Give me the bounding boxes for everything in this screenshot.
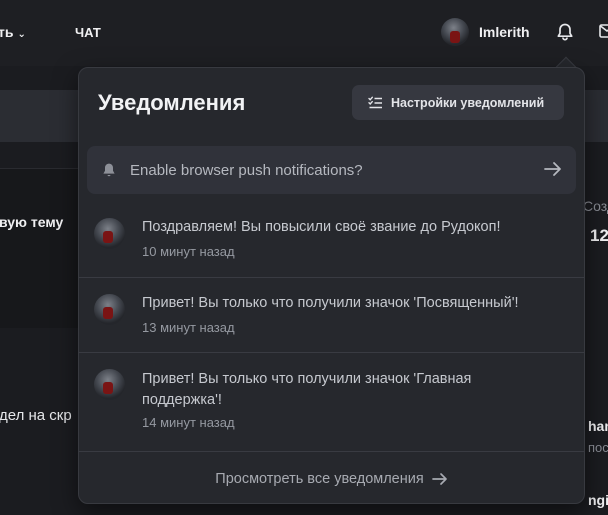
nav-chat-link[interactable]: ЧАТ xyxy=(75,25,101,40)
background-stat-label: Созд xyxy=(583,198,608,214)
notification-time: 13 минут назад xyxy=(142,320,235,335)
avatar xyxy=(94,369,125,400)
bell-icon[interactable] xyxy=(555,22,575,42)
user-menu[interactable]: Imlerith xyxy=(441,18,530,46)
push-notifications-prompt[interactable]: Enable browser push notifications? xyxy=(87,146,576,194)
bell-icon xyxy=(103,163,115,177)
notification-text: Привет! Вы только что получили значок 'П… xyxy=(142,295,519,311)
view-all-notifications-link[interactable]: Просмотреть все уведомления xyxy=(79,452,584,503)
arrow-right-icon xyxy=(544,162,561,176)
dropdown-title: Уведомления xyxy=(98,90,246,115)
nav-menu-item[interactable]: ть ⌄ xyxy=(0,24,26,40)
notification-settings-label: Настройки уведомлений xyxy=(391,95,545,110)
arrow-right-icon xyxy=(431,472,447,485)
background-user-text: пост xyxy=(588,440,608,455)
chevron-down-icon: ⌄ xyxy=(17,29,26,40)
notification-text: Привет! Вы только что получили значок 'Г… xyxy=(142,371,472,408)
background-thread-text: дел на скр xyxy=(0,407,72,424)
avatar xyxy=(94,218,125,249)
notification-text: Поздравляем! Вы повысили своё звание до … xyxy=(142,219,501,235)
view-all-label: Просмотреть все уведомления xyxy=(215,470,424,487)
dropdown-header: Уведомления Настройки уведомлений xyxy=(79,68,584,138)
notification-time: 14 минут назад xyxy=(142,415,235,430)
avatar xyxy=(441,18,469,46)
mail-icon[interactable] xyxy=(599,24,608,38)
notification-settings-button[interactable]: Настройки уведомлений xyxy=(352,85,564,120)
list-settings-icon xyxy=(368,96,382,109)
notification-item[interactable]: Поздравляем! Вы повысили своё звание до … xyxy=(79,202,584,278)
notification-item[interactable]: Привет! Вы только что получили значок 'П… xyxy=(79,278,584,353)
notification-item[interactable]: Привет! Вы только что получили значок 'Г… xyxy=(79,353,584,452)
push-prompt-text: Enable browser push notifications? xyxy=(130,161,363,179)
background-thread-text: вую тему xyxy=(0,214,64,230)
background-user-text: han xyxy=(588,418,608,434)
notifications-dropdown: Уведомления Настройки уведомлений Enable… xyxy=(78,67,585,504)
forum-thread-panel xyxy=(0,168,78,328)
background-stat-value: 12 xyxy=(590,226,608,245)
top-navigation-bar: ть ⌄ ЧАТ Imlerith xyxy=(0,0,608,66)
username: Imlerith xyxy=(479,24,530,40)
nav-menu-item-label: ть xyxy=(0,24,14,40)
notification-time: 10 минут назад xyxy=(142,244,235,259)
background-user-text: ngi xyxy=(588,492,608,508)
avatar xyxy=(94,294,125,325)
